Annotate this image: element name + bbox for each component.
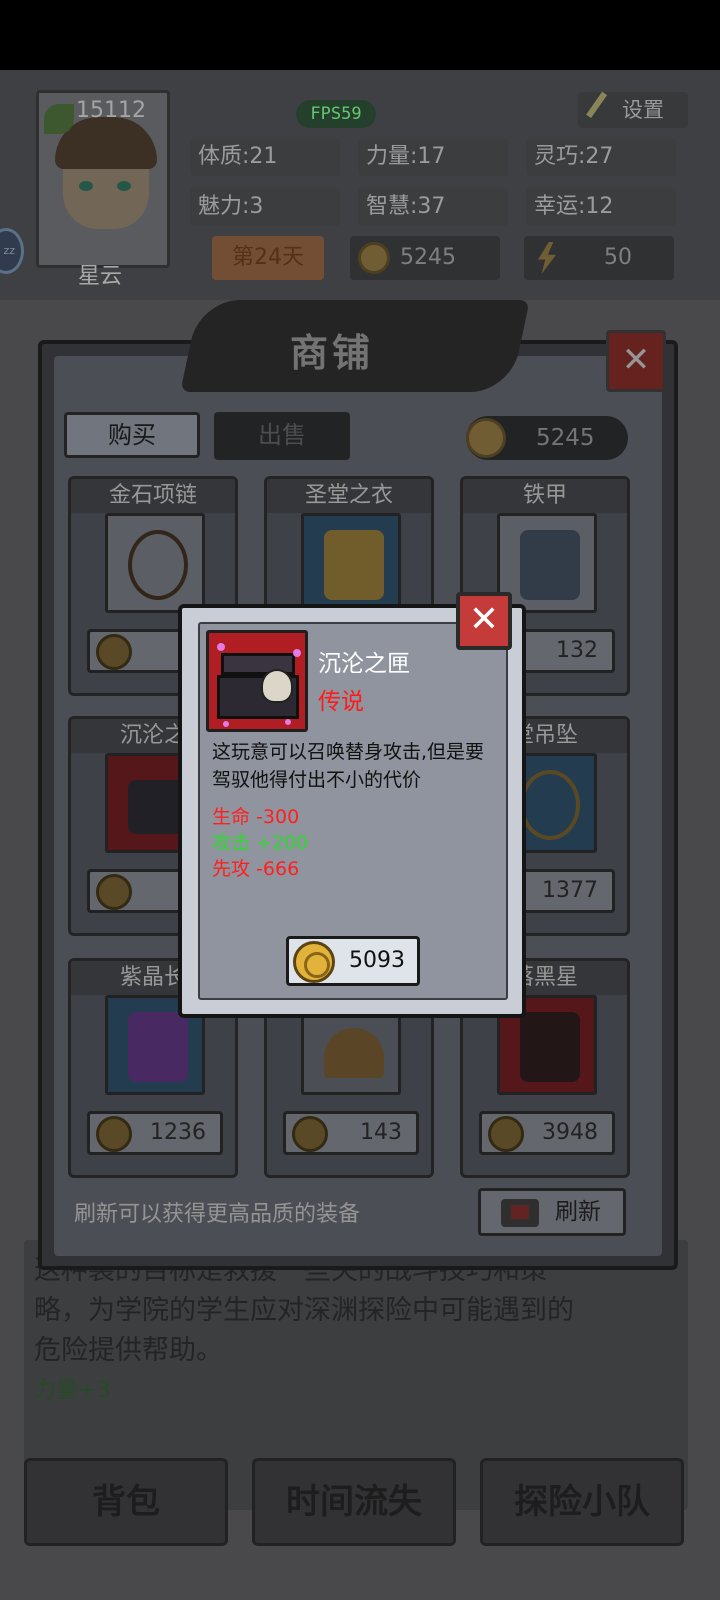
popup-item-name: 沉沦之匣 bbox=[318, 651, 410, 677]
popup-stat-initiative: 先攻 -666 bbox=[212, 858, 300, 880]
popup-stat-attack: 攻击 +200 bbox=[212, 832, 309, 854]
popup-price-value: 5093 bbox=[349, 948, 405, 973]
popup-item-description: 这玩意可以召唤替身攻击,但是要驾驭他得付出不小的代价 bbox=[212, 741, 485, 791]
skull-icon bbox=[261, 669, 293, 703]
popup-close-button[interactable]: ✕ bbox=[456, 592, 512, 650]
dark-chest-icon bbox=[206, 630, 308, 732]
status-bar bbox=[0, 0, 720, 70]
coin-icon bbox=[293, 941, 335, 983]
buy-price-button[interactable]: 5093 bbox=[286, 936, 420, 986]
popup-stat-hp: 生命 -300 bbox=[212, 806, 300, 828]
popup-item-rarity: 传说 bbox=[318, 689, 364, 715]
